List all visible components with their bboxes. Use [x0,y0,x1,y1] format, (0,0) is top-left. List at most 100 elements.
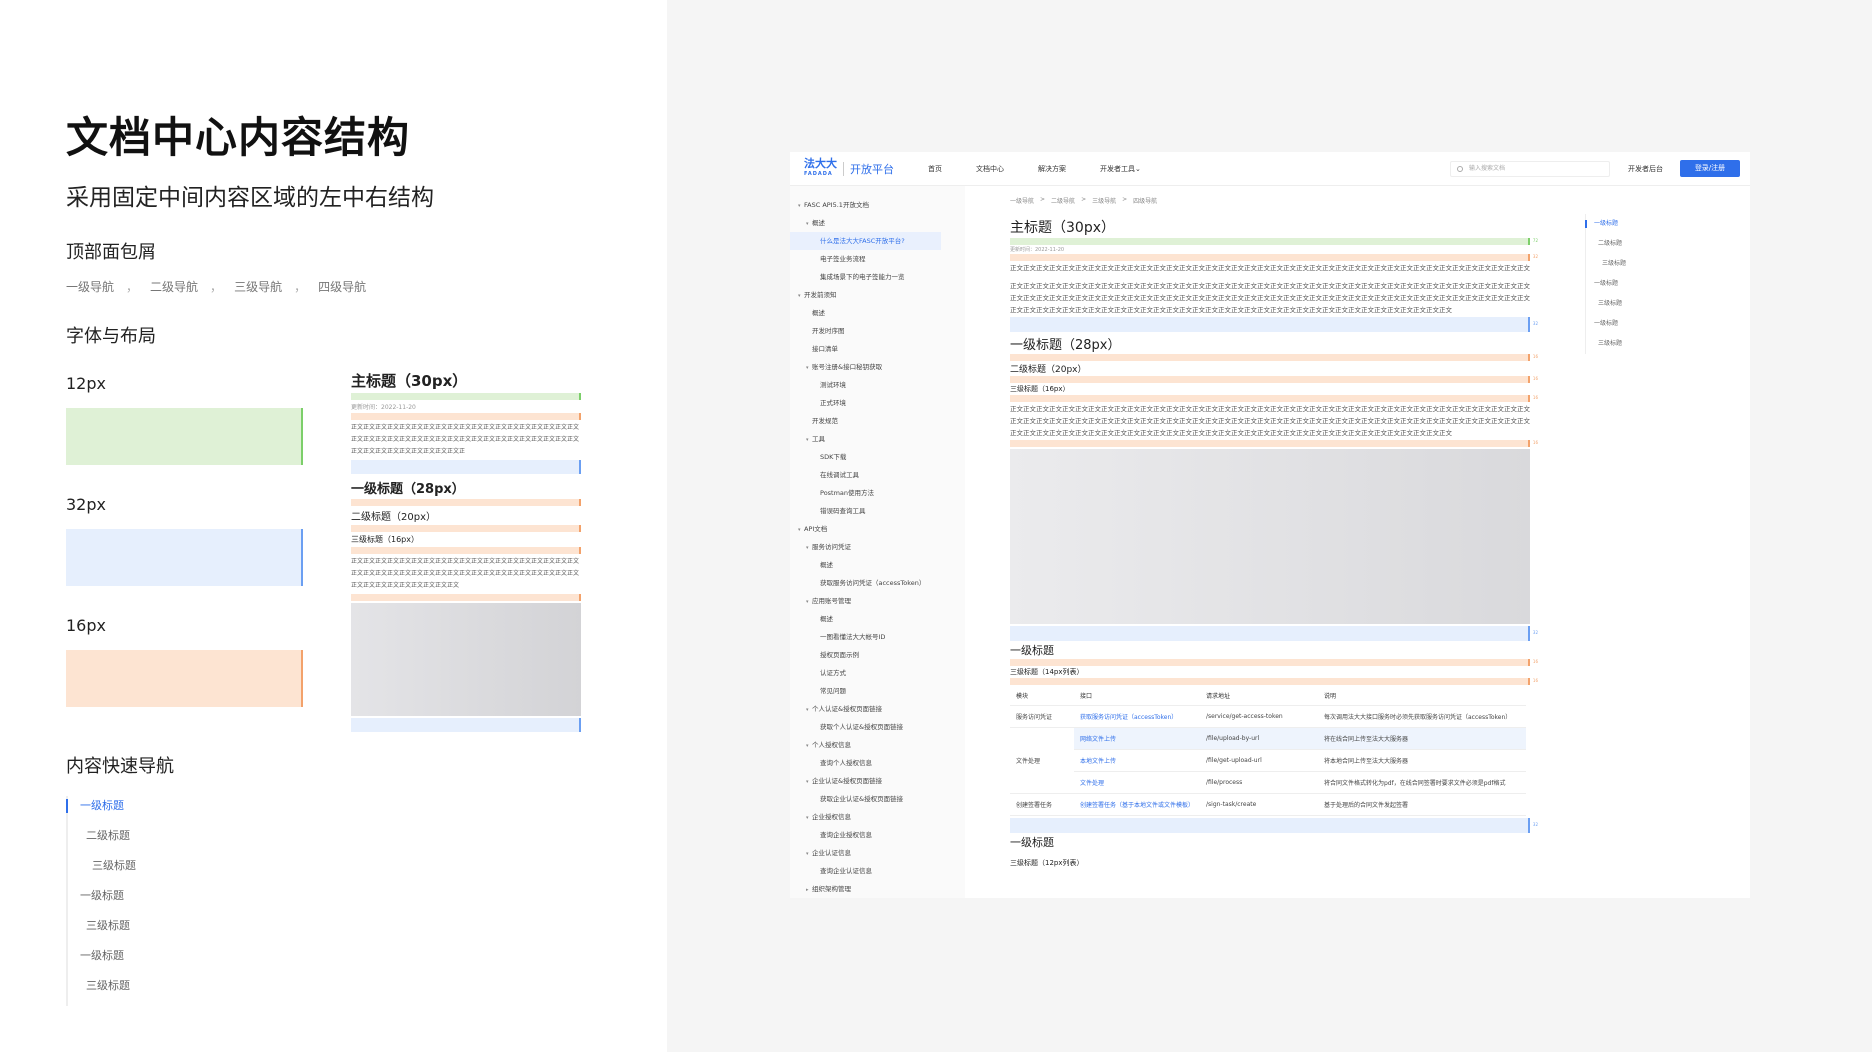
breadcrumb-example: 一级导航 ， 二级导航 ， 三级导航 ， 四级导航 [66,278,366,295]
developer-console-link[interactable]: 开发者后台 [1628,164,1663,174]
sidebar-item[interactable]: ▾ 开发前须知 [790,286,965,304]
breadcrumb-item[interactable]: 二级导航 [1051,196,1075,205]
quicknav-item[interactable]: 三级标题 [68,916,216,946]
table-cell-url: /file/upload-by-url [1200,727,1318,750]
sidebar-item[interactable]: 获取个人认证&授权页面链接 [790,718,965,736]
sidebar-item[interactable]: 查询个人授权信息 [790,754,965,772]
sidebar-item[interactable]: 查询企业认证信息 [790,862,965,880]
table-cell-desc: 将本地合同上传至法大大服务器 [1318,749,1526,772]
sidebar-item[interactable]: 一图看懂法大大帐号ID [790,628,965,646]
sidebar-item[interactable]: 集成场景下的电子签能力一览 [790,268,965,286]
spacing-bar [351,525,581,532]
sidebar-item[interactable]: ▾ API文档 [790,520,965,538]
sidebar-item[interactable]: ▾ 应用账号管理 [790,592,965,610]
login-register-button[interactable]: 登录/注册 [1680,160,1740,177]
sidebar-item[interactable]: 授权页面示例 [790,646,965,664]
sidebar-item-label: 概述 [812,309,825,317]
toc-item[interactable]: 三级标题 [1586,254,1685,274]
font-layout-section-title: 字体与布局 [66,326,156,347]
sidebar-item[interactable]: 开发规范 [790,412,965,430]
table-cell-api-link[interactable]: 网络文件上传 [1074,727,1200,750]
table-cell-api-link[interactable]: 获取服务访问凭证（accessToken） [1074,705,1200,728]
search-icon [1457,165,1463,172]
toc-item[interactable]: 一级标题 [1586,274,1685,294]
sidebar-item[interactable]: 在线调试工具 [790,466,965,484]
quicknav-item[interactable]: 二级标题 [68,826,216,856]
sidebar-item[interactable]: 正式环境 [790,394,965,412]
sidebar-item[interactable]: Postman使用方法 [790,484,965,502]
logo-mark: 法大大 FADADA [804,157,837,177]
sidebar-item[interactable]: 错误码查询工具 [790,502,965,520]
quicknav-item[interactable]: 三级标题 [68,856,216,886]
table-cell-module: 文件处理 [1010,727,1074,794]
breadcrumb-item[interactable]: 三级导航 [1092,196,1116,205]
search-input[interactable]: 输入搜索文档 [1450,161,1610,177]
sidebar-item-label: 企业授权信息 [812,813,851,821]
sidebar-item[interactable]: 概述 [790,556,965,574]
sidebar-item[interactable]: ▾ 服务访问凭证 [790,538,965,556]
breadcrumb-item[interactable]: 四级导航 [318,278,366,295]
spacing-bar [351,460,581,474]
sidebar-item[interactable]: SDK下载 [790,448,965,466]
sidebar-item[interactable]: ▾ 概述 [790,214,965,232]
spacing-swatch-green [66,408,303,465]
spacing-label: 16px [66,616,106,635]
sidebar-item[interactable]: ▾ 企业认证&授权页面链接 [790,772,965,790]
sidebar-item[interactable]: 测试环境 [790,376,965,394]
sidebar-item[interactable]: 开发时序图 [790,322,965,340]
nav-dev-tools[interactable]: 开发者工具⌄ [1100,164,1141,174]
quicknav-item[interactable]: 三级标题 [68,976,216,1006]
toc-item[interactable]: 三级标题 [1586,334,1685,354]
toc-item[interactable]: 二级标题 [1586,234,1685,254]
breadcrumb-item[interactable]: 四级导航 [1133,196,1157,205]
sidebar-item-label: 集成场景下的电子签能力一览 [820,273,905,281]
sidebar-item[interactable]: 接口清单 [790,340,965,358]
sidebar-item[interactable]: 获取企业认证&授权页面链接 [790,790,965,808]
mini-date: 更新时间：2022-11-20 [351,404,416,411]
sidebar-item[interactable]: ▸ 组织架构管理 [790,880,965,898]
sidebar-item[interactable]: 什么是法大大FASC开放平台? [790,232,941,250]
table-header: 接口 [1074,687,1200,706]
sidebar-item[interactable]: 常见问题 [790,682,965,700]
toc-item[interactable]: 一级标题 [1586,314,1685,334]
spacing-swatch-blue [66,529,303,586]
table-cell-url: /sign-task/create [1200,793,1318,816]
sidebar-item[interactable]: 获取服务访问凭证（accessToken） [790,574,965,592]
sidebar-item[interactable]: ▾ 企业授权信息 [790,808,965,826]
spacing-bar: 72 [1010,238,1538,245]
nav-home[interactable]: 首页 [928,164,942,174]
sidebar-item[interactable]: ▾ 个人认证&授权页面链接 [790,700,965,718]
sidebar-item-label: 开发规范 [812,417,838,425]
sidebar-item[interactable]: 查询企业授权信息 [790,826,965,844]
breadcrumb-item[interactable]: 一级导航 [66,278,114,295]
nav-docs[interactable]: 文档中心 [976,164,1004,174]
sidebar-item[interactable]: 概述 [790,304,965,322]
sidebar-item[interactable]: ▾ 账号注册&接口秘钥获取 [790,358,965,376]
breadcrumb-item[interactable]: 一级导航 [1010,196,1034,205]
breadcrumb-item[interactable]: 三级导航 [234,278,282,295]
table-cell-api-link[interactable]: 创建签署任务（基于本地文件或文件模板） [1074,793,1200,816]
sidebar-item[interactable]: ▾ 企业认证信息 [790,844,965,862]
spacing-bar: 16 [1010,376,1538,383]
toc-item[interactable]: 一级标题 [1585,214,1685,234]
breadcrumb-separator: ， [294,280,307,294]
spacing-bar: 32 [1010,254,1538,261]
quicknav-item[interactable]: 一级标题 [68,886,216,916]
sidebar-item[interactable]: ▾ FASC API5.1开放文档 [790,196,965,214]
table-cell-api-link[interactable]: 文件处理 [1074,771,1200,794]
table-cell-api-link[interactable]: 本地文件上传 [1074,749,1200,772]
sidebar-item[interactable]: 概述 [790,610,965,628]
sidebar-item-label: 应用账号管理 [812,597,851,605]
quicknav-item[interactable]: 一级标题 [66,796,216,826]
sidebar-item[interactable]: ▾ 工具 [790,430,965,448]
sidebar-item[interactable]: 认证方式 [790,664,965,682]
sidebar-item[interactable]: 电子签业务流程 [790,250,965,268]
fadada-logo[interactable]: 法大大 FADADA 开放平台 [804,157,894,179]
quicknav-item[interactable]: 一级标题 [68,946,216,976]
breadcrumb-item[interactable]: 二级导航 [150,278,198,295]
sidebar-item-label: 查询企业认证信息 [820,867,872,875]
nav-solutions[interactable]: 解决方案 [1038,164,1066,174]
sidebar-item-label: 授权页面示例 [820,651,859,659]
sidebar-item[interactable]: ▾ 个人授权信息 [790,736,965,754]
toc-item[interactable]: 三级标题 [1586,294,1685,314]
